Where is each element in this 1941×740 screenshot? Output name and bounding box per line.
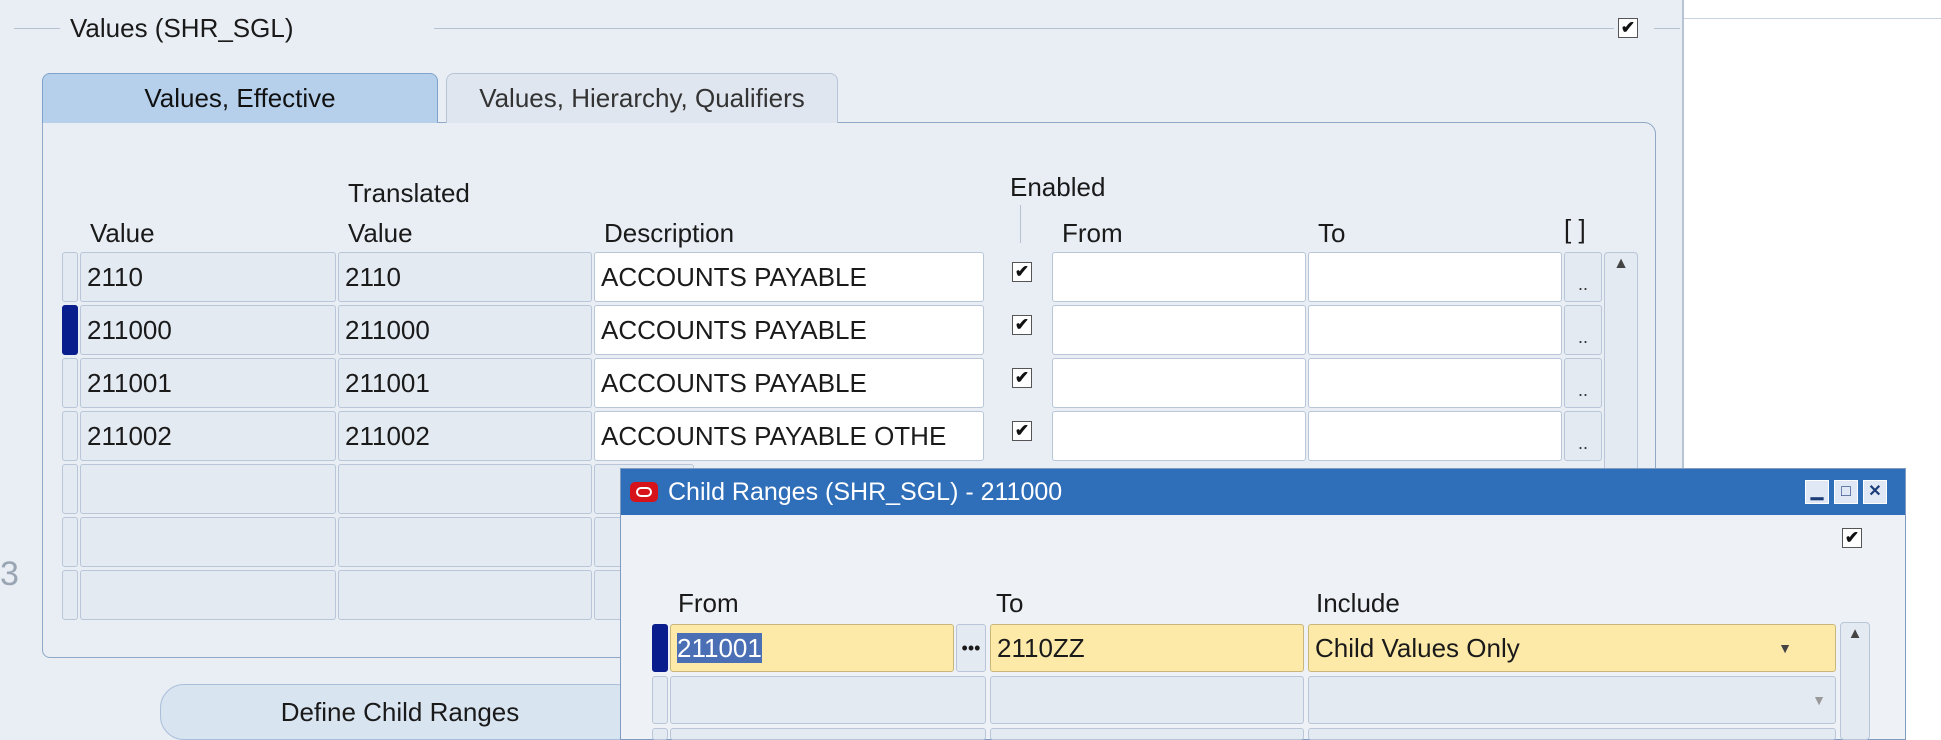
enabled-checkbox[interactable]: ✔: [1012, 262, 1032, 282]
child-ranges-title: Child Ranges (SHR_SGL) - 211000: [668, 478, 1063, 506]
child-header-to: To: [996, 588, 1024, 618]
description-field[interactable]: ACCOUNTS PAYABLE: [594, 358, 984, 408]
from-date-field[interactable]: [1052, 305, 1306, 355]
child-ranges-scrollbar[interactable]: ▲: [1840, 622, 1870, 740]
translated-value-field[interactable]: [338, 570, 592, 620]
header-translated-line2: Value: [348, 218, 413, 248]
legend-line-right: [434, 28, 1614, 29]
row-marker[interactable]: [62, 358, 78, 408]
row-marker[interactable]: [62, 570, 78, 620]
header-brackets: [ ]: [1564, 214, 1586, 244]
row-marker[interactable]: [62, 411, 78, 461]
enabled-checkbox[interactable]: ✔: [1012, 421, 1032, 441]
row-marker-current[interactable]: [62, 305, 78, 355]
child-header-from: From: [678, 588, 739, 618]
enabled-divider: [1020, 205, 1021, 243]
scroll-up-icon[interactable]: ▲: [1605, 253, 1637, 275]
tab-values-effective[interactable]: Values, Effective: [42, 73, 438, 123]
header-from: From: [1062, 218, 1123, 248]
legend-line-left: [14, 28, 60, 29]
value-field[interactable]: [80, 464, 336, 514]
translated-value-field[interactable]: 211002: [338, 411, 592, 461]
define-child-ranges-button[interactable]: Define Child Ranges: [160, 684, 640, 740]
value-field[interactable]: 2110: [80, 252, 336, 302]
child-header-include: Include: [1316, 588, 1400, 618]
tab-values-hierarchy-qualifiers[interactable]: Values, Hierarchy, Qualifiers: [446, 73, 838, 123]
child-from-selected-text: 211001: [677, 633, 762, 663]
values-scrollbar[interactable]: ▲: [1604, 252, 1638, 472]
translated-value-field[interactable]: [338, 517, 592, 567]
to-date-field[interactable]: [1308, 411, 1562, 461]
to-date-field[interactable]: [1308, 358, 1562, 408]
scroll-up-icon[interactable]: ▲: [1841, 623, 1869, 645]
header-value: Value: [90, 218, 155, 248]
child-to-field[interactable]: [990, 676, 1304, 724]
from-date-field[interactable]: [1052, 358, 1306, 408]
child-include-select[interactable]: [1308, 728, 1836, 740]
lov-button[interactable]: •••: [956, 624, 986, 672]
row-marker[interactable]: [62, 517, 78, 567]
child-to-field[interactable]: 2110ZZ: [990, 624, 1304, 672]
translated-value-field[interactable]: [338, 464, 592, 514]
header-translated-line1: Translated: [348, 178, 470, 208]
minimize-icon[interactable]: ▁: [1805, 480, 1829, 504]
value-field[interactable]: 211002: [80, 411, 336, 461]
child-ranges-checkbox[interactable]: ✔: [1842, 528, 1862, 548]
description-field[interactable]: ACCOUNTS PAYABLE OTHE: [594, 411, 984, 461]
close-icon[interactable]: ✕: [1863, 480, 1887, 504]
value-field[interactable]: [80, 517, 336, 567]
enabled-checkbox[interactable]: ✔: [1012, 368, 1032, 388]
right-divider-line: [1684, 18, 1941, 19]
value-field[interactable]: 211001: [80, 358, 336, 408]
chevron-down-icon[interactable]: ▼: [1806, 676, 1832, 724]
to-date-field[interactable]: [1308, 305, 1562, 355]
to-date-field[interactable]: [1308, 252, 1562, 302]
child-row-marker-current[interactable]: [652, 624, 668, 672]
legend-line-end: [1654, 28, 1680, 29]
value-field[interactable]: [80, 570, 336, 620]
translated-value-field[interactable]: 2110: [338, 252, 592, 302]
descriptive-flexfield-button[interactable]: ..: [1564, 411, 1602, 461]
values-section-checkbox[interactable]: ✔: [1618, 18, 1638, 38]
from-date-field[interactable]: [1052, 252, 1306, 302]
child-row-marker[interactable]: [652, 676, 668, 724]
translated-value-field[interactable]: 211000: [338, 305, 592, 355]
enabled-checkbox[interactable]: ✔: [1012, 315, 1032, 335]
child-row-marker[interactable]: [652, 728, 668, 740]
maximize-icon[interactable]: □: [1834, 480, 1858, 504]
chevron-down-icon[interactable]: ▼: [1772, 624, 1798, 672]
row-marker[interactable]: [62, 464, 78, 514]
description-field[interactable]: ACCOUNTS PAYABLE: [594, 252, 984, 302]
oracle-logo-icon: [630, 482, 658, 502]
child-from-field[interactable]: 211001: [670, 624, 954, 672]
child-from-field[interactable]: [670, 728, 986, 740]
descriptive-flexfield-button[interactable]: ..: [1564, 358, 1602, 408]
child-to-field[interactable]: [990, 728, 1304, 740]
row-marker[interactable]: [62, 252, 78, 302]
descriptive-flexfield-button[interactable]: ..: [1564, 305, 1602, 355]
descriptive-flexfield-button[interactable]: ..: [1564, 252, 1602, 302]
values-section-legend: Values (SHR_SGL): [70, 13, 294, 43]
child-include-select[interactable]: [1308, 676, 1836, 724]
child-from-field[interactable]: [670, 676, 986, 724]
from-date-field[interactable]: [1052, 411, 1306, 461]
header-to: To: [1318, 218, 1346, 248]
description-field[interactable]: ACCOUNTS PAYABLE: [594, 305, 984, 355]
child-include-select[interactable]: Child Values Only: [1308, 624, 1836, 672]
header-enabled: Enabled: [1010, 172, 1106, 202]
value-field[interactable]: 211000: [80, 305, 336, 355]
left-edge-glyph: 3: [0, 555, 19, 593]
translated-value-field[interactable]: 211001: [338, 358, 592, 408]
header-description: Description: [604, 218, 735, 248]
